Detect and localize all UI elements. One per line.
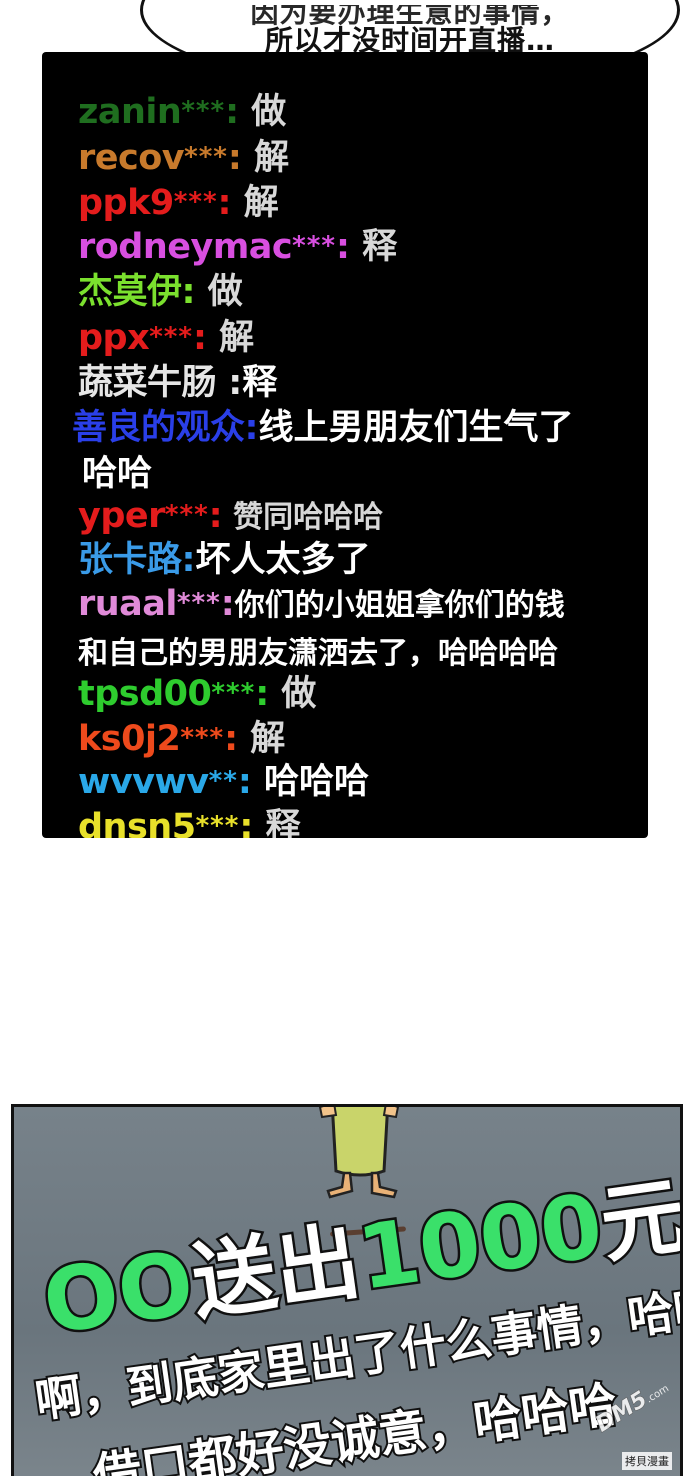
- chat-message: ppx***: 解: [78, 318, 255, 358]
- comic-panel: OO送出1000元! 啊，到底家里出了什么事情，哈哈 借口都好没诚意，哈哈哈: [11, 1104, 683, 1476]
- chat-username: ruaal: [78, 584, 177, 624]
- chat-text: 释: [349, 227, 398, 267]
- chat-username: zanin: [78, 92, 182, 132]
- chat-message: recov***: 解: [78, 138, 290, 178]
- chat-text: 释: [242, 363, 278, 403]
- chat-username: ppx: [78, 318, 150, 358]
- chat-message: dnsn5***: 释: [78, 807, 301, 838]
- chat-text: 线上男朋友们生气了: [258, 408, 574, 448]
- chat-message: ppk9***: 解: [78, 183, 279, 223]
- chat-message: 张卡路:坏人太多了: [78, 540, 371, 580]
- chat-username: rodneymac: [78, 227, 293, 267]
- chat-message-continued: 和自己的男朋友潇洒去了，哈哈哈哈: [78, 632, 558, 674]
- chat-username: dnsn5: [78, 807, 196, 838]
- chat-text: 哈哈哈: [251, 762, 370, 802]
- chat-message: rodneymac***: 释: [78, 227, 398, 267]
- chat-text: 和自己的男朋友潇洒去了，哈哈哈哈: [78, 636, 558, 671]
- chat-text: 解: [206, 318, 255, 358]
- chat-message: 蔬菜牛肠 :释: [78, 363, 278, 403]
- chat-username: yper: [78, 496, 165, 536]
- chat-username: tpsd00: [78, 674, 212, 714]
- credit-label: 拷貝漫畫: [622, 1452, 672, 1470]
- chat-username: 杰莫伊: [78, 272, 182, 312]
- chat-message: 善良的观众:线上男朋友们生气了: [72, 408, 574, 448]
- chat-username: ppk9: [78, 183, 174, 223]
- chat-username: 善良的观众: [72, 408, 245, 448]
- chat-username: 蔬菜牛肠: [78, 363, 217, 403]
- chat-text: 释: [253, 807, 301, 838]
- headline-oo: OO: [35, 1229, 203, 1357]
- chat-message: 杰莫伊: 做: [78, 272, 243, 312]
- headline-songchu: 送出: [183, 1209, 368, 1334]
- chat-text: 哈哈: [82, 454, 153, 494]
- chat-message: ruaal***:你们的小姐姐拿你们的钱: [78, 584, 565, 624]
- chat-text: 赞同哈哈哈: [222, 500, 384, 535]
- chat-text: 做: [269, 674, 317, 714]
- chat-message: wvvwv**: 哈哈哈: [78, 762, 370, 802]
- chat-text: 做: [239, 92, 287, 132]
- chat-username: 张卡路: [78, 540, 182, 580]
- chat-text: 坏人太多了: [195, 540, 371, 580]
- headline-yuan: 元!: [592, 1158, 683, 1277]
- chat-text: 解: [231, 183, 279, 223]
- chat-text: 做: [195, 272, 243, 312]
- chat-text: 解: [238, 719, 286, 759]
- chat-message-continued: 哈哈: [82, 454, 152, 494]
- chat-username: ks0j2: [78, 719, 181, 759]
- chat-message: ks0j2***: 解: [78, 719, 286, 759]
- chat-text: 解: [241, 138, 290, 178]
- chat-message: tpsd00***: 做: [78, 674, 317, 714]
- chat-message: zanin***: 做: [78, 92, 287, 132]
- chat-username: recov: [78, 138, 185, 178]
- chat-text: 你们的小姐姐拿你们的钱: [234, 588, 565, 623]
- chat-message: yper***: 赞同哈哈哈: [78, 496, 384, 536]
- live-chat-panel: zanin***: 做 recov***: 解 ppk9***: 解 rodne…: [42, 52, 648, 838]
- chat-username: wvvwv: [78, 762, 209, 802]
